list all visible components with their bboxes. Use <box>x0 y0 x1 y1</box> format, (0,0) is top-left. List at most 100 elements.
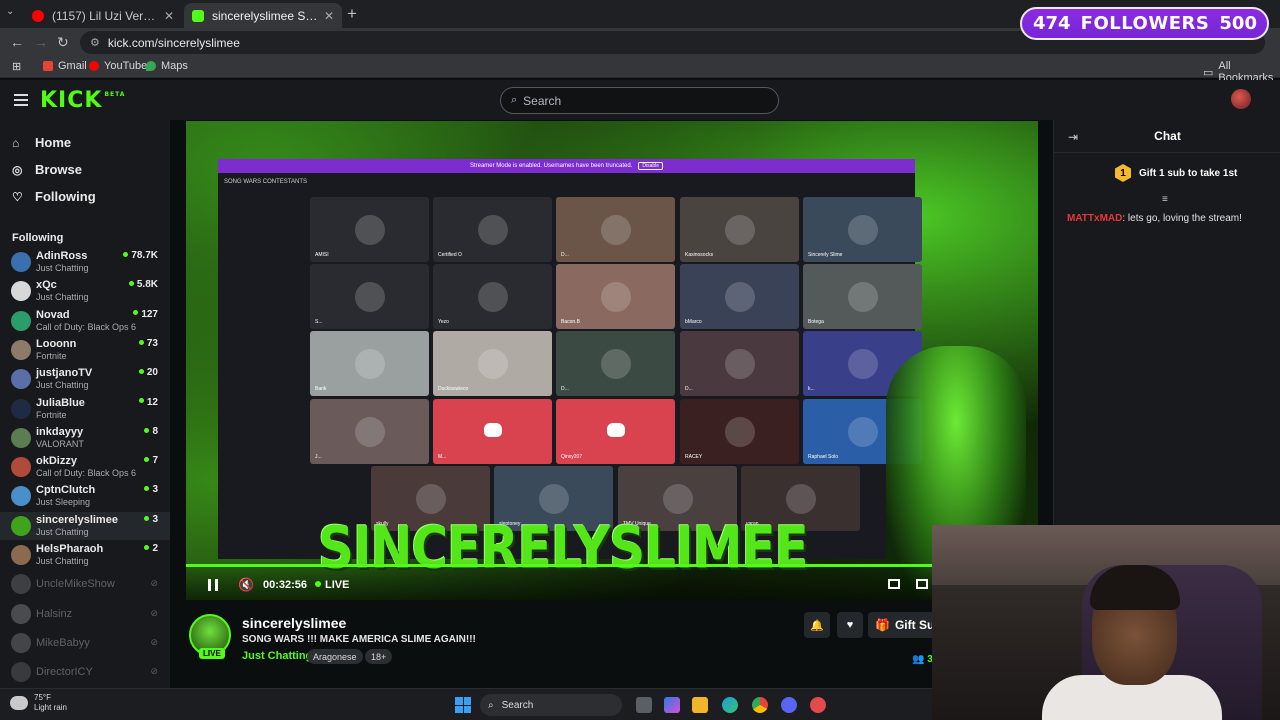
sidebar-channel-helspharaoh[interactable]: HelsPharaoh Just Chatting 2 <box>0 541 170 569</box>
sidebar-channel-sincerelyslimee[interactable]: sincerelyslimee Just Chatting 3 <box>0 511 170 540</box>
participant-name: J... <box>315 454 322 460</box>
notification-bell-icon[interactable]: 🔔 <box>804 612 830 638</box>
youtube-favicon-icon <box>32 9 44 22</box>
windows-start-icon[interactable] <box>455 697 471 713</box>
new-tab-button[interactable]: + <box>347 4 357 24</box>
pause-button[interactable] <box>208 579 218 591</box>
sidebar-channel-unclemikeshow[interactable]: UncleMikeShow ⊘ <box>0 570 170 598</box>
channel-avatar <box>11 369 31 390</box>
sidebar-channel-juliablue[interactable]: JuliaBlue Fortnite 12 <box>0 395 170 423</box>
participant-name: Duckisswieco <box>438 386 469 392</box>
followers-label: FOLLOWERS <box>1080 13 1210 34</box>
browser-tab-kick[interactable]: sincerelyslimee Stream - W ✕ <box>184 3 342 28</box>
browser-tab-youtube[interactable]: (1157) Lil Uzi Vert - Alfa Romeo ✕ <box>24 3 182 28</box>
participant-avatar <box>355 215 385 245</box>
sidebar-item-following[interactable]: ♡ Following <box>12 189 96 204</box>
pinned-expand-icon[interactable]: ≡ <box>1162 194 1168 205</box>
channel-category: Just Sleeping <box>36 497 91 508</box>
bookmark-gmail[interactable]: Gmail <box>43 60 87 72</box>
sidebar-item-home[interactable]: ⌂ Home <box>12 135 71 150</box>
participant-tile: D... <box>680 331 799 396</box>
folder-icon: ▭ <box>1203 66 1214 79</box>
sidebar-channel-adinross[interactable]: AdinRoss Just Chatting 78.7K <box>0 248 170 276</box>
tab-search-button[interactable]: ⌄ <box>6 6 20 20</box>
participant-avatar <box>478 282 508 312</box>
sidebar-channel-inkdayyy[interactable]: inkdayyy VALORANT 8 <box>0 424 170 452</box>
channel-avatar <box>11 574 31 595</box>
task-view-icon[interactable] <box>636 697 652 713</box>
apps-grid-icon[interactable]: ⊞ <box>12 60 21 73</box>
site-info-icon[interactable]: ⚙ <box>90 36 100 49</box>
participant-tile: Sincerely Slime <box>803 197 922 262</box>
participant-tile: J... <box>310 399 429 464</box>
live-dot-icon <box>133 310 139 316</box>
sidebar-channel-cptnclutch[interactable]: CptnClutch Just Sleeping 3 <box>0 482 170 510</box>
home-icon: ⌂ <box>12 135 20 150</box>
chrome-icon[interactable] <box>752 697 768 713</box>
back-arrow-icon[interactable]: ← <box>10 34 24 50</box>
disable-button: Disable <box>638 162 664 170</box>
app-icon[interactable] <box>810 697 826 713</box>
sidebar-channel-halsinz[interactable]: Halsinz ⊘ <box>0 600 170 628</box>
edge-icon[interactable] <box>722 697 738 713</box>
menu-icon[interactable] <box>14 94 28 106</box>
sidebar-item-browse[interactable]: ◎ Browse <box>12 162 82 177</box>
user-avatar[interactable] <box>1231 89 1251 109</box>
live-dot-icon <box>138 369 144 375</box>
viewer-count: 3 <box>144 514 158 525</box>
tag-language[interactable]: Aragonese <box>307 649 363 664</box>
forward-arrow-icon[interactable]: → <box>34 34 48 50</box>
stream-info: LIVE sincerelyslimee SONG WARS !!! MAKE … <box>170 600 1038 688</box>
sidebar-channel-xqc[interactable]: xQc Just Chatting 5.8K <box>0 277 170 305</box>
streamer-mode-banner: Streamer Mode is enabled. Usernames have… <box>218 159 915 173</box>
muted-volume-icon[interactable]: 🔇 <box>238 577 254 593</box>
video-player[interactable]: Streamer Mode is enabled. Usernames have… <box>186 121 1038 600</box>
participant-name: Bacon.B <box>561 319 580 325</box>
sidebar-channel-directoricy[interactable]: DirectorICY ⊘ <box>0 658 170 686</box>
weather-widget[interactable]: 75°F Light rain <box>10 693 67 713</box>
heart-icon: ♡ <box>12 189 23 204</box>
bookmark-youtube[interactable]: YouTube <box>89 60 147 72</box>
stream-category[interactable]: Just Chatting <box>242 650 312 662</box>
taskbar-search[interactable]: ⌕ Search <box>480 694 622 716</box>
channel-category: Fortnite <box>36 350 67 361</box>
followers-goal: 500 <box>1219 13 1257 34</box>
gift-sub-button[interactable]: 🎁 Gift Sub <box>868 612 938 638</box>
bookmark-maps[interactable]: Maps <box>146 60 188 72</box>
participant-avatar <box>355 417 385 447</box>
file-explorer-icon[interactable] <box>692 697 708 713</box>
theater-mode-icon[interactable] <box>916 579 928 589</box>
close-tab-icon[interactable]: ✕ <box>324 9 334 23</box>
bookmark-label: YouTube <box>104 60 148 72</box>
tag-mature[interactable]: 18+ <box>365 649 393 664</box>
gift-leaderboard[interactable]: 1 Gift 1 sub to take 1st <box>1115 164 1237 182</box>
picture-in-picture-icon[interactable] <box>888 579 900 589</box>
discord-icon[interactable] <box>781 697 797 713</box>
channel-name[interactable]: sincerelyslimee <box>242 615 346 631</box>
search-input[interactable]: ⌕ Search <box>500 87 779 114</box>
channel-avatar <box>11 457 31 478</box>
sidebar-channel-looonn[interactable]: Looonn Fortnite 73 <box>0 336 170 364</box>
channel-name: Novad <box>36 308 70 321</box>
following-heading: Following <box>12 232 64 244</box>
participant-avatar <box>601 349 631 379</box>
viewer-count: 73 <box>138 338 158 349</box>
tab-title: (1157) Lil Uzi Vert - Alfa Romeo <box>52 8 158 23</box>
sidebar-channel-justjanotv[interactable]: justjanoTV Just Chatting 20 <box>0 365 170 393</box>
kick-logo[interactable]: KICK BETA <box>40 88 125 113</box>
viewer-count: 3 <box>144 484 158 495</box>
sidebar-channel-novad[interactable]: Novad Call of Duty: Black Ops 6 127 <box>0 307 170 335</box>
viewer-count: 5.8K <box>128 279 158 290</box>
sidebar-channel-okdizzy[interactable]: okDizzy Call of Duty: Black Ops 6 7 <box>0 453 170 481</box>
reload-icon[interactable]: ↻ <box>57 34 69 51</box>
copilot-icon[interactable] <box>664 697 680 713</box>
live-dot-icon <box>144 486 150 492</box>
close-tab-icon[interactable]: ✕ <box>164 9 174 23</box>
follow-heart-icon[interactable]: ♥ <box>837 612 863 638</box>
live-progress-bar[interactable] <box>186 564 1038 567</box>
participant-name: Sincerely Slime <box>808 252 843 258</box>
chat-username[interactable]: MATTxMAD <box>1067 213 1122 224</box>
channel-category: Call of Duty: Black Ops 6 <box>36 321 137 332</box>
sidebar-channel-mikebabyy[interactable]: MikeBabyy ⊘ <box>0 629 170 657</box>
live-pill: LIVE <box>199 648 225 659</box>
